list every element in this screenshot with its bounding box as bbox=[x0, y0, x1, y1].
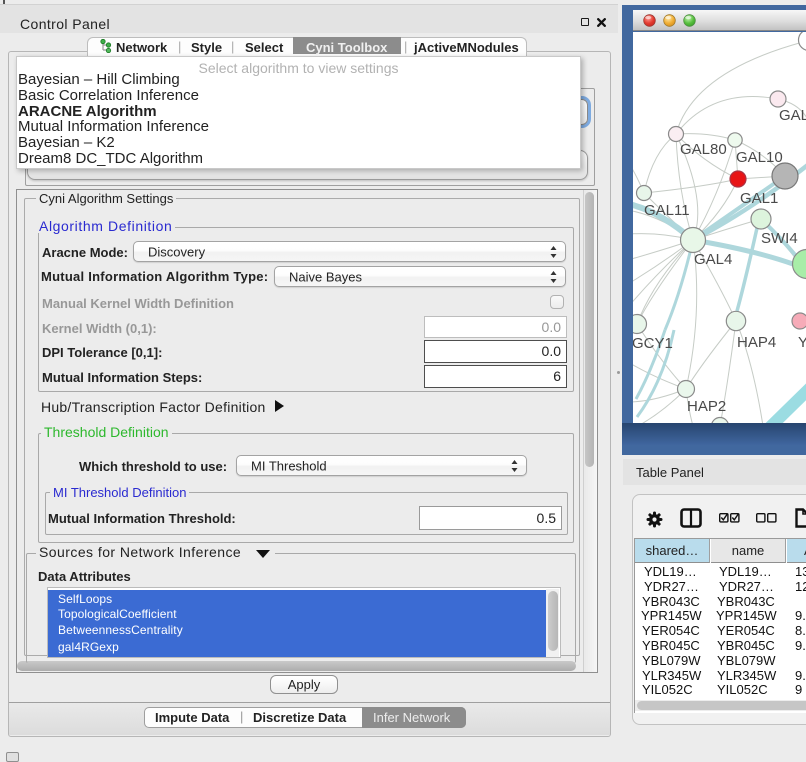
svg-text:GAL2: GAL2 bbox=[779, 107, 806, 124]
svg-text:GAL80: GAL80 bbox=[680, 141, 727, 158]
svg-text:HAP2: HAP2 bbox=[687, 398, 726, 415]
svg-text:GAL10: GAL10 bbox=[736, 149, 783, 166]
svg-text:SWI4: SWI4 bbox=[761, 230, 798, 247]
svg-text:GAL4: GAL4 bbox=[694, 251, 732, 268]
svg-text:GCY1: GCY1 bbox=[633, 335, 673, 352]
svg-text:GAL1: GAL1 bbox=[740, 190, 778, 207]
svg-text:HAP4: HAP4 bbox=[737, 334, 776, 351]
svg-text:Y: Y bbox=[798, 334, 806, 351]
svg-text:GAL11: GAL11 bbox=[644, 202, 690, 219]
